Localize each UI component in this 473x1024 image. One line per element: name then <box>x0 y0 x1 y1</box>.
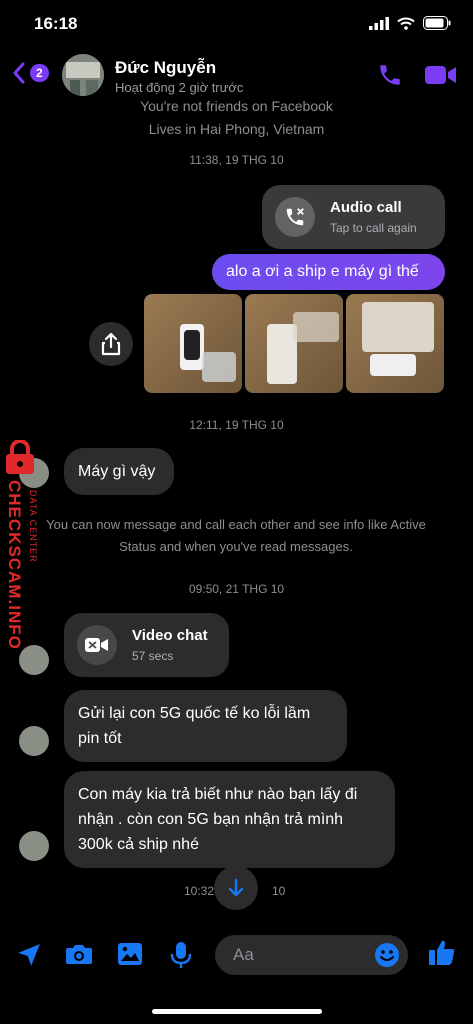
presence-status: Hoạt động 2 giờ trước <box>115 80 244 95</box>
avatar[interactable] <box>19 726 49 756</box>
missed-call-icon <box>275 197 315 237</box>
phone-icon <box>380 65 400 85</box>
video-chat-duration: 57 secs <box>132 649 174 663</box>
incoming-message[interactable]: Gửi lại con 5G quốc tế ko lỗi lầm pin tố… <box>64 690 347 762</box>
emoji-button[interactable] <box>374 942 400 973</box>
gallery-button[interactable] <box>117 942 143 971</box>
audio-call-title: Audio call <box>330 199 402 216</box>
location-button[interactable] <box>16 942 42 973</box>
contact-name[interactable]: Đức Nguyễn <box>115 58 216 78</box>
battery-icon <box>423 16 451 30</box>
thumbs-up-icon <box>429 940 455 965</box>
camera-button[interactable] <box>65 942 93 971</box>
avatar[interactable] <box>19 831 49 861</box>
watermark: CHECKSCAM.INFO DATA CENTER <box>0 440 40 670</box>
location-info: Lives in Hai Phong, Vietnam <box>148 121 325 137</box>
emoji-icon <box>375 943 399 967</box>
status-time: 16:18 <box>34 14 78 33</box>
photo-3[interactable] <box>346 294 444 393</box>
friend-status: You're not friends on Facebook <box>140 98 333 114</box>
wifi-icon <box>397 17 415 30</box>
microphone-icon <box>170 942 192 968</box>
timestamp: 10:32 <box>184 884 215 898</box>
message-composer[interactable] <box>215 935 408 975</box>
timestamp: 12:11, 19 THG 10 <box>189 418 284 432</box>
scroll-to-bottom-button[interactable] <box>214 866 258 910</box>
share-button[interactable] <box>89 322 133 366</box>
camera-icon <box>66 945 92 964</box>
unread-badge: 2 <box>30 64 49 82</box>
timestamp: 09:50, 21 THG 10 <box>188 582 285 596</box>
video-chat-title: Video chat <box>132 627 208 644</box>
photo-2[interactable] <box>245 294 343 393</box>
timestamp-suffix: 10 <box>272 884 286 898</box>
video-chat-card[interactable]: Video chat 57 secs <box>64 613 229 677</box>
like-button[interactable] <box>427 938 457 973</box>
voice-button[interactable] <box>170 941 192 974</box>
send-location-icon <box>18 944 40 966</box>
chevron-left-icon <box>13 62 25 84</box>
home-indicator <box>152 1009 322 1014</box>
video-call-icon <box>77 625 117 665</box>
video-camera-icon <box>425 66 456 84</box>
audio-call-card[interactable]: Audio call Tap to call again <box>262 185 445 249</box>
incoming-message[interactable]: Con máy kia trả biết như nào bạn lấy đi … <box>64 771 395 868</box>
lock-icon <box>6 440 34 474</box>
signal-icon <box>369 16 389 30</box>
audio-call-button[interactable] <box>377 62 403 93</box>
incoming-message[interactable]: Máy gì vậy <box>64 448 174 495</box>
audio-call-subtitle: Tap to call again <box>330 221 417 235</box>
avatar[interactable] <box>19 645 49 675</box>
outgoing-message[interactable]: alo a ơi a ship e máy gì thế <box>212 254 445 290</box>
status-icons <box>369 16 451 30</box>
timestamp: 11:38, 19 THG 10 <box>189 153 284 167</box>
message-input[interactable] <box>231 944 375 966</box>
arrow-down-icon <box>228 878 244 897</box>
back-button[interactable]: 2 <box>12 62 49 84</box>
video-call-button[interactable] <box>425 64 457 91</box>
avatar[interactable] <box>62 54 104 96</box>
photo-1[interactable] <box>144 294 242 393</box>
image-icon <box>118 943 142 965</box>
system-notice: You can now message and call each other … <box>46 517 426 554</box>
watermark-text: CHECKSCAM.INFO <box>5 480 24 650</box>
share-icon <box>101 332 121 356</box>
